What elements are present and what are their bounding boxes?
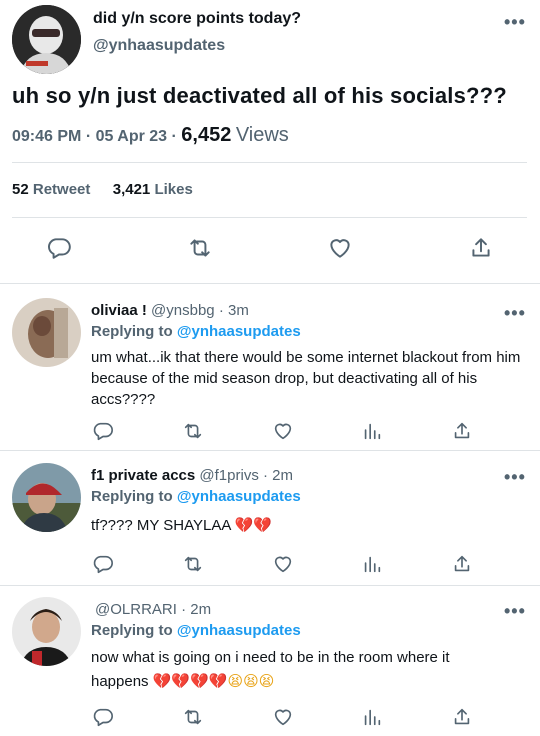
heart-icon[interactable] <box>268 702 298 732</box>
analytics-icon[interactable] <box>357 702 387 732</box>
retweet-icon[interactable] <box>178 702 208 732</box>
views-label: Views <box>235 124 289 146</box>
views-count: 6,452 <box>181 124 232 146</box>
replying-to: Replying to @ynhaasupdates <box>91 488 301 505</box>
reply-bubble-icon[interactable] <box>88 702 118 732</box>
reply-author-handle[interactable]: @f1privs <box>199 467 258 484</box>
reply-bubble-icon[interactable] <box>88 549 118 579</box>
reply-bubble-icon[interactable] <box>44 233 74 263</box>
tweet-stats: 52 Retweet 3,421 Likes <box>12 181 193 198</box>
tired-face-emoji: 😫😫😫 <box>227 673 275 690</box>
retweet-icon[interactable] <box>185 233 215 263</box>
main-tweet: did y/n score points today? @ynhaasupdat… <box>0 0 540 283</box>
more-dots-icon[interactable]: ••• <box>504 467 526 488</box>
reply-author-name[interactable]: f1 private accs <box>91 467 195 484</box>
reply-bubble-icon[interactable] <box>88 416 118 446</box>
reply-avatar[interactable] <box>12 298 81 367</box>
replying-handle-link[interactable]: @ynhaasupdates <box>177 323 301 340</box>
reply-time: · 2m <box>181 601 212 618</box>
divider <box>12 217 527 218</box>
reply-actions <box>0 416 540 446</box>
share-icon[interactable] <box>447 702 477 732</box>
reply-tweet[interactable]: f1 private accs @f1privs · 2m ••• Replyi… <box>0 451 540 585</box>
main-tweet-text: uh so y/n just deactivated all of his so… <box>12 83 507 108</box>
analytics-icon[interactable] <box>357 416 387 446</box>
broken-heart-emoji: 💔💔 <box>234 517 273 534</box>
reply-tweet[interactable]: @OLRRARI · 2m ••• Replying to @ynhaasupd… <box>0 586 540 736</box>
reply-actions <box>0 702 540 732</box>
likes-label[interactable]: Likes <box>154 181 192 198</box>
divider <box>12 162 527 163</box>
main-tweet-author-name[interactable]: did y/n score points today? <box>93 10 301 28</box>
retweet-icon[interactable] <box>178 416 208 446</box>
replying-handle-link[interactable]: @ynhaasupdates <box>177 622 301 639</box>
reply-header: oliviaa ! @ynsbbg · 3m <box>91 302 249 319</box>
replying-to: Replying to @ynhaasupdates <box>91 622 301 639</box>
reply-author-handle[interactable]: @ynsbbg <box>151 302 215 319</box>
reply-time: · 3m <box>218 302 249 319</box>
share-icon[interactable] <box>447 549 477 579</box>
reply-text-container: tf???? MY SHAYLAA 💔💔 <box>91 515 521 536</box>
likes-count[interactable]: 3,421 <box>113 181 151 198</box>
tweet-time: 09:46 PM <box>12 128 82 145</box>
reply-avatar[interactable] <box>12 463 81 532</box>
replying-handle-link[interactable]: @ynhaasupdates <box>177 488 301 505</box>
heart-icon[interactable] <box>268 416 298 446</box>
meta-separator: · <box>171 128 177 145</box>
retweet-icon[interactable] <box>178 549 208 579</box>
retweet-label[interactable]: Retweet <box>33 181 91 198</box>
reply-text: um what...ik that there would be some in… <box>91 349 521 408</box>
tweet-date: 05 Apr 23 <box>95 128 168 145</box>
reply-header: f1 private accs @f1privs · 2m <box>91 467 293 484</box>
analytics-icon[interactable] <box>357 549 387 579</box>
share-icon[interactable] <box>466 233 496 263</box>
reply-tweet[interactable]: oliviaa ! @ynsbbg · 3m ••• Replying to @… <box>0 284 540 450</box>
reply-author-name[interactable]: oliviaa ! <box>91 302 147 319</box>
more-dots-icon[interactable]: ••• <box>504 601 526 622</box>
reply-text-line: now what is going on i need to be in the… <box>91 649 450 666</box>
replying-to: Replying to @ynhaasupdates <box>91 323 301 340</box>
reply-time: · 2m <box>263 467 293 484</box>
more-dots-icon[interactable]: ••• <box>504 303 526 324</box>
replying-prefix: Replying to <box>91 323 173 340</box>
reply-header: @OLRRARI · 2m <box>91 601 211 618</box>
reply-author-handle[interactable]: @OLRRARI <box>95 601 177 618</box>
reply-actions <box>0 549 540 579</box>
main-tweet-avatar[interactable] <box>12 5 81 74</box>
reply-avatar[interactable] <box>12 597 81 666</box>
main-tweet-author-handle[interactable]: @ynhaasupdates <box>93 37 225 55</box>
reply-text: tf???? MY SHAYLAA <box>91 517 231 534</box>
reply-text-container: now what is going on i need to be in the… <box>91 647 531 692</box>
main-tweet-meta: 09:46 PM · 05 Apr 23 · 6,452 Views <box>12 124 289 147</box>
reply-text-line: happens <box>91 673 149 690</box>
retweet-count[interactable]: 52 <box>12 181 29 198</box>
heart-icon[interactable] <box>325 233 355 263</box>
more-dots-icon[interactable]: ••• <box>504 12 526 33</box>
broken-heart-emoji: 💔💔💔💔 <box>152 673 228 690</box>
meta-separator: · <box>85 128 92 145</box>
main-tweet-actions <box>0 233 540 263</box>
replying-prefix: Replying to <box>91 488 173 505</box>
share-icon[interactable] <box>447 416 477 446</box>
heart-icon[interactable] <box>268 549 298 579</box>
replying-prefix: Replying to <box>91 622 173 639</box>
